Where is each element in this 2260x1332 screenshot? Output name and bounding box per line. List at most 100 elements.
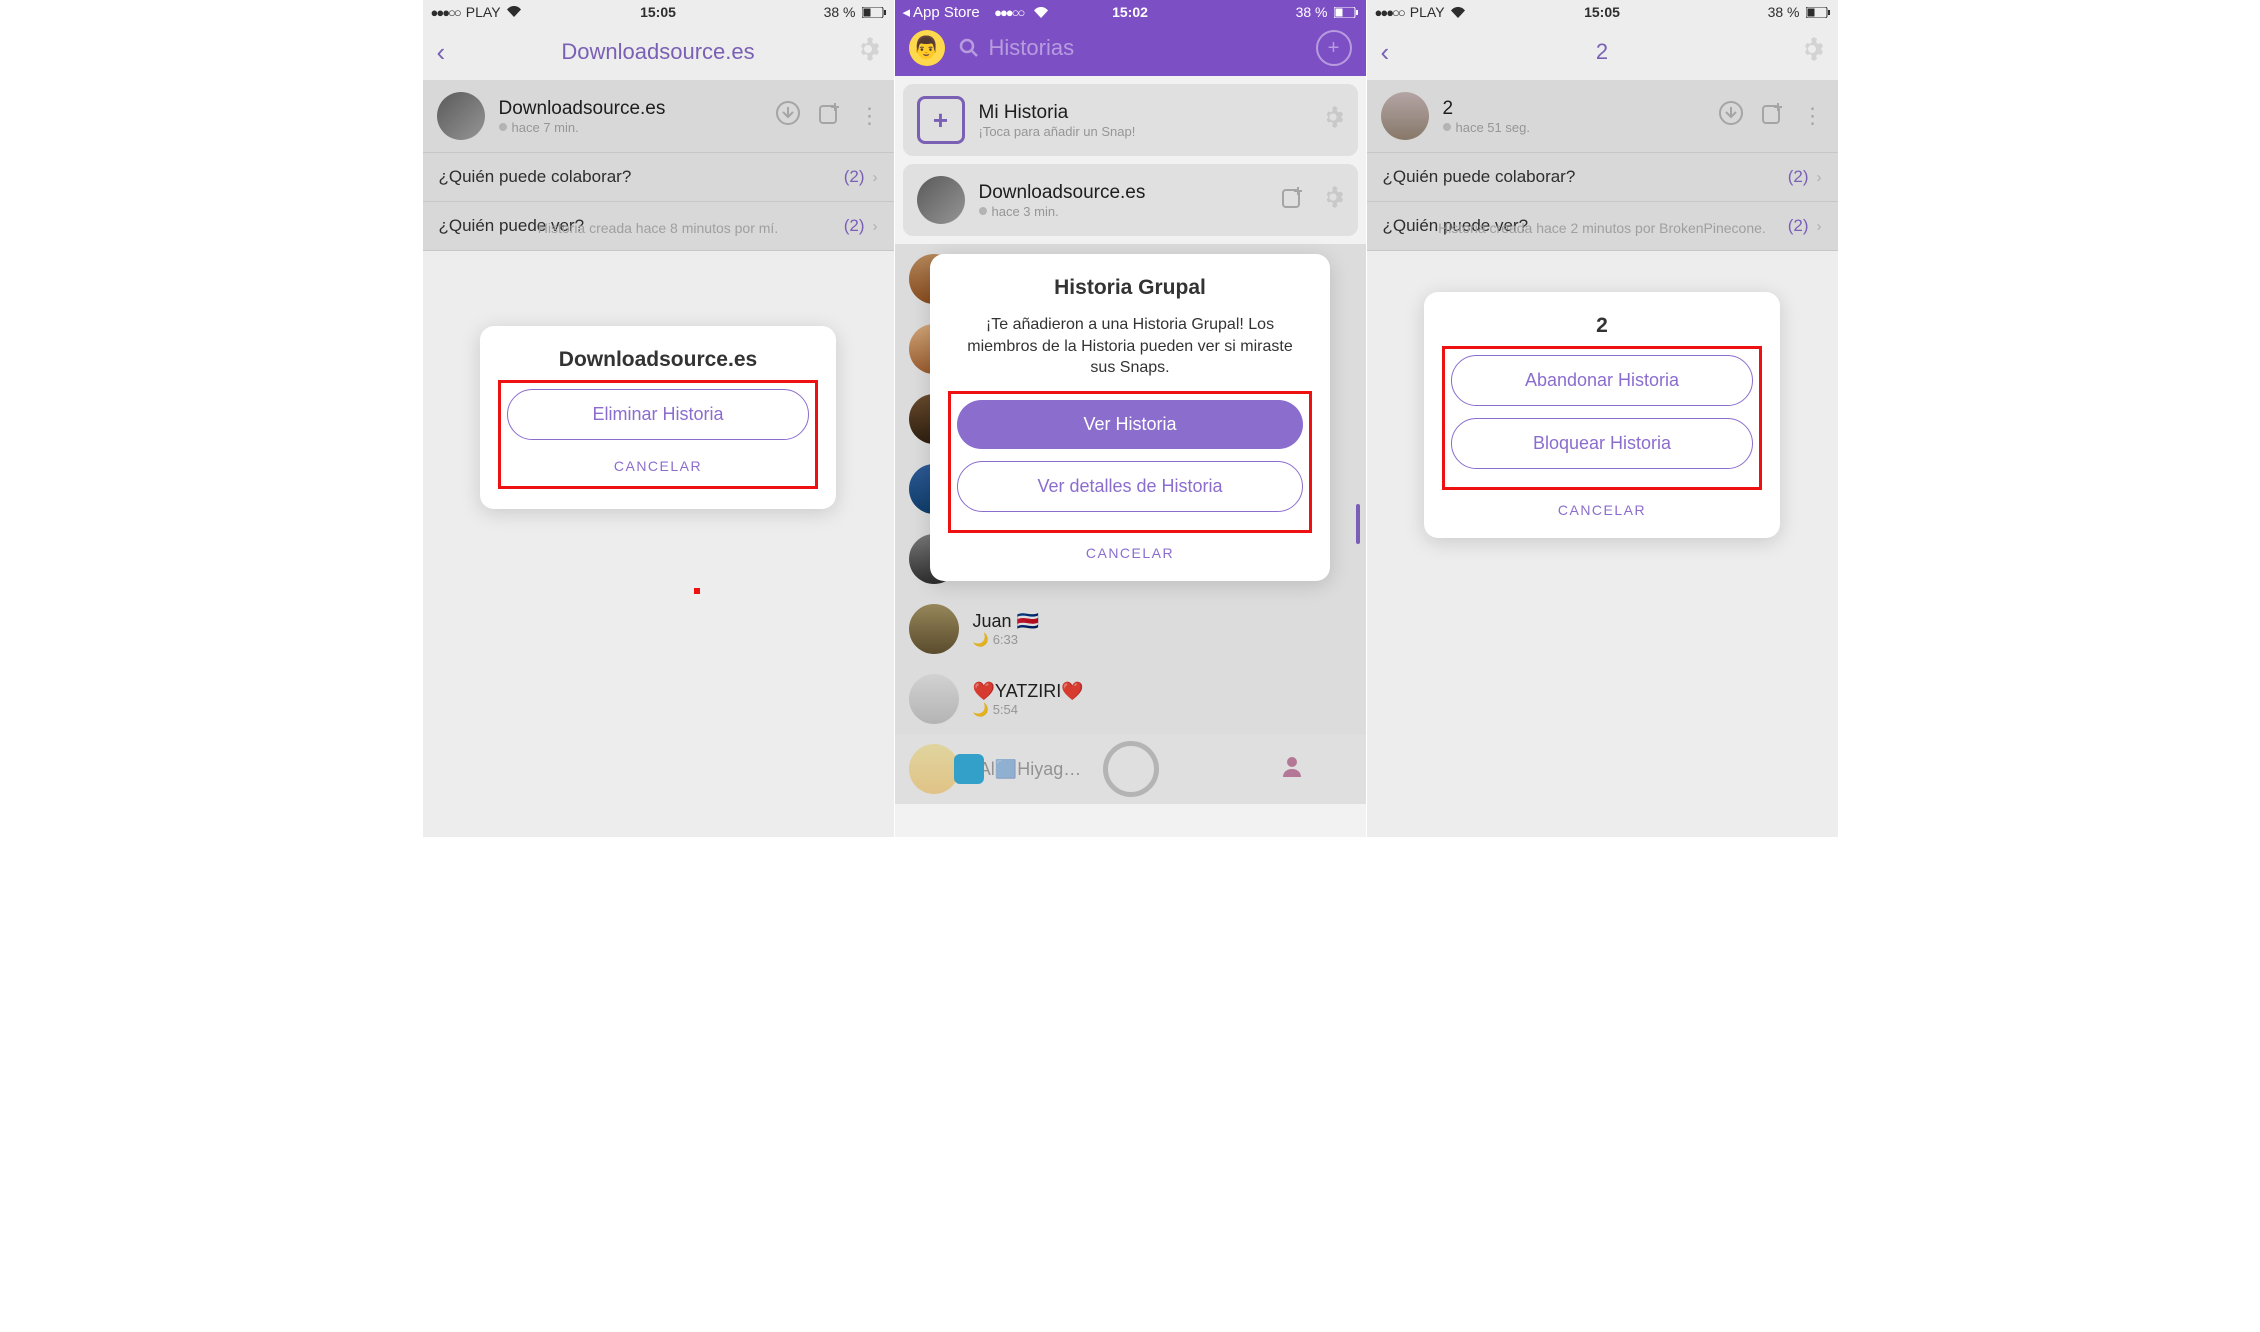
story-thumb	[917, 176, 965, 224]
more-icon[interactable]: ⋮	[859, 103, 880, 129]
app-store-return[interactable]: ◂ App Store ●●●○○	[903, 3, 1048, 21]
wifi-icon	[507, 4, 521, 20]
stories-header: 👨 Historias +	[895, 24, 1366, 76]
list-item[interactable]: Juan 🇨🇷🌙 6:33	[895, 594, 1366, 664]
carrier-label: PLAY	[1410, 4, 1445, 20]
clock: 15:05	[640, 4, 676, 20]
cancel-button[interactable]: CANCELAR	[954, 539, 1306, 567]
row-collaborators[interactable]: ¿Quién puede colaborar? (2)›	[423, 153, 894, 202]
battery-icon	[1334, 7, 1358, 18]
friends-tab-icon[interactable]	[1278, 755, 1306, 784]
story-title: Downloadsource.es	[979, 182, 1146, 204]
clock: 15:05	[1584, 4, 1620, 20]
screen-3: ●●●○○ PLAY 15:05 38 % ‹ 2 2 hace 51 seg.…	[1367, 0, 1838, 837]
add-snap-icon[interactable]	[1282, 186, 1304, 214]
story-header[interactable]: Downloadsource.es hace 7 min. ⋮	[423, 80, 894, 153]
add-story-icon[interactable]: +	[917, 96, 965, 144]
view-details-button[interactable]: Ver detalles de Historia	[957, 461, 1303, 512]
block-story-button[interactable]: Bloquear Historia	[1451, 418, 1753, 469]
story-title: Downloadsource.es	[499, 98, 666, 120]
row-value: (2)	[1788, 167, 1809, 187]
row-collaborators[interactable]: ¿Quién puede colaborar? (2)›	[1367, 153, 1838, 202]
signal-dots: ●●●○○	[1375, 5, 1404, 20]
save-icon[interactable]	[1718, 100, 1744, 132]
gear-icon[interactable]	[1322, 106, 1344, 134]
battery-pct: 38 %	[824, 4, 856, 20]
cancel-button[interactable]: CANCELAR	[507, 452, 809, 480]
battery-pct: 38 %	[1296, 4, 1328, 20]
view-story-button[interactable]: Ver Historia	[957, 400, 1303, 449]
story-subtitle: hace 7 min.	[512, 120, 579, 135]
back-button[interactable]: ‹	[1381, 37, 1390, 68]
chevron-right-icon: ›	[873, 169, 878, 186]
carrier-label: PLAY	[466, 4, 501, 20]
delete-story-button[interactable]: Eliminar Historia	[507, 389, 809, 440]
highlight-box: Eliminar Historia CANCELAR	[498, 380, 818, 489]
modal-title: Historia Grupal	[954, 276, 1306, 300]
battery-pct: 38 %	[1768, 4, 1800, 20]
bitmoji-avatar[interactable]: 👨	[909, 30, 945, 66]
entry-time: 5:54	[993, 702, 1018, 717]
story-subtitle: hace 3 min.	[992, 204, 1059, 219]
story-header[interactable]: 2 hace 51 seg. ⋮	[1367, 80, 1838, 153]
back-button[interactable]: ‹	[437, 37, 446, 68]
gear-icon[interactable]	[1800, 37, 1824, 67]
action-modal: Downloadsource.es Eliminar Historia CANC…	[480, 326, 836, 509]
screen-2: ◂ App Store ●●●○○ 15:02 38 % 👨 Historias…	[895, 0, 1366, 837]
status-dot-icon	[1443, 123, 1451, 131]
chat-tab-icon[interactable]	[954, 754, 984, 784]
list-item[interactable]: ❤️YATZIRI❤️🌙 5:54	[895, 664, 1366, 734]
modal-title: 2	[1448, 314, 1756, 338]
footer-text: Historia creada hace 2 minutos por Broke…	[1367, 219, 1838, 237]
wifi-icon	[1451, 7, 1465, 18]
nav-bar: ‹ Downloadsource.es	[423, 24, 894, 80]
screen-1: ●●●○○ PLAY 15:05 38 % ‹ Downloadsource.e…	[423, 0, 894, 837]
my-story-subtitle: ¡Toca para añadir un Snap!	[979, 124, 1136, 139]
save-icon[interactable]	[775, 100, 801, 132]
add-snap-icon[interactable]	[1762, 102, 1784, 130]
status-dot-icon	[979, 207, 987, 215]
story-thumb	[437, 92, 485, 140]
entry-name: Juan 🇨🇷	[973, 611, 1039, 632]
more-icon[interactable]: ⋮	[1802, 103, 1824, 129]
status-bar: ●●●○○ PLAY 15:05 38 %	[1367, 0, 1838, 24]
add-story-button[interactable]: +	[1316, 30, 1352, 66]
leave-story-button[interactable]: Abandonar Historia	[1451, 355, 1753, 406]
row-value: (2)	[844, 167, 865, 187]
clock: 15:02	[1112, 4, 1148, 20]
add-snap-icon[interactable]	[819, 102, 841, 130]
status-dot-icon	[499, 123, 507, 131]
search-field[interactable]: Historias	[959, 35, 1302, 61]
group-story-card[interactable]: Downloadsource.es hace 3 min.	[903, 164, 1358, 236]
battery-icon	[862, 7, 886, 18]
my-story-title: Mi Historia	[979, 102, 1136, 124]
entry-time: 6:33	[993, 632, 1018, 647]
cancel-button[interactable]: CANCELAR	[1448, 496, 1756, 524]
page-title: 2	[1596, 39, 1608, 65]
battery-icon	[1806, 7, 1830, 18]
gear-icon[interactable]	[1322, 186, 1344, 214]
my-story-card[interactable]: + Mi Historia ¡Toca para añadir un Snap!	[903, 84, 1358, 156]
search-icon	[959, 38, 979, 58]
chevron-right-icon: ›	[1817, 169, 1822, 186]
group-story-modal: Historia Grupal ¡Te añadieron a una Hist…	[930, 254, 1330, 581]
action-modal: 2 Abandonar Historia Bloquear Historia C…	[1424, 292, 1780, 538]
bottom-nav	[895, 734, 1366, 804]
footer-text: Historia creada hace 8 minutos por mí.	[423, 219, 894, 237]
nav-bar: ‹ 2	[1367, 24, 1838, 80]
signal-dots: ●●●○○	[994, 5, 1023, 20]
status-bar: ●●●○○ PLAY 15:05 38 %	[423, 0, 894, 24]
red-marker	[694, 588, 700, 594]
entry-name: ❤️YATZIRI❤️	[973, 681, 1084, 702]
page-title: Downloadsource.es	[561, 39, 754, 65]
story-title: 2	[1443, 98, 1530, 120]
story-thumb	[1381, 92, 1429, 140]
status-bar: ◂ App Store ●●●○○ 15:02 38 %	[895, 0, 1366, 24]
gear-icon[interactable]	[856, 37, 880, 67]
highlight-box: Ver Historia Ver detalles de Historia	[948, 391, 1312, 533]
purple-scroll-indicator	[1356, 504, 1360, 544]
modal-title: Downloadsource.es	[504, 348, 812, 372]
camera-button[interactable]	[1103, 741, 1159, 797]
story-thumb	[909, 604, 959, 654]
search-placeholder: Historias	[989, 35, 1075, 61]
